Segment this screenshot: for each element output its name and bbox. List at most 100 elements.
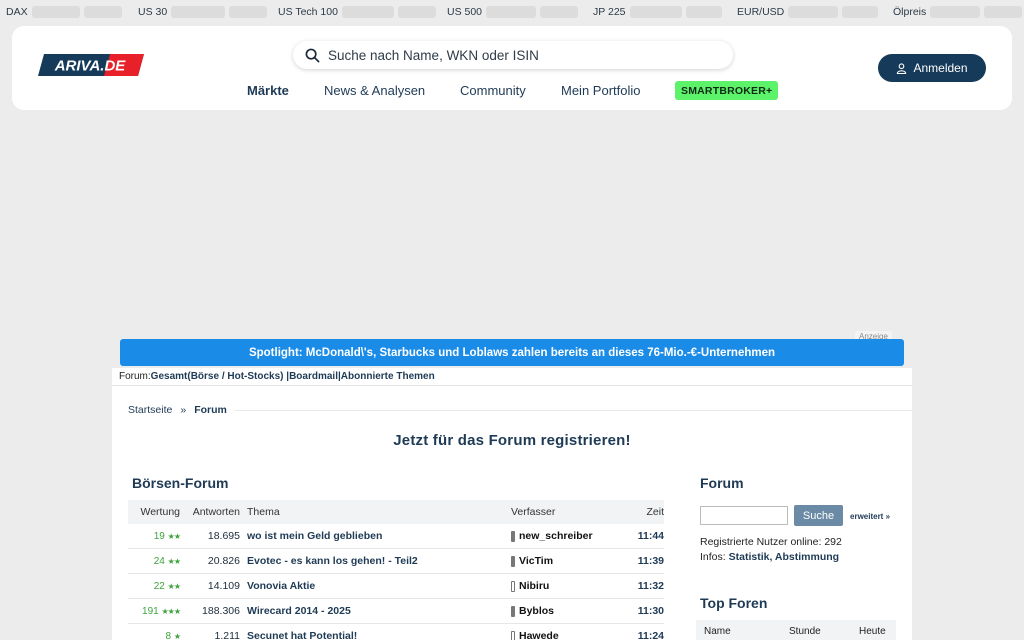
rating: 24 ★★ [128,556,182,567]
online-count: 292 [824,536,842,548]
user-status-icon [511,630,515,640]
ticker-change-placeholder [397,6,436,18]
nav-news-analysen[interactable]: News & Analysen [324,83,425,98]
time[interactable]: 11:44 [622,530,664,542]
topic-link[interactable]: Vonovia Aktie [240,580,510,592]
topic-link[interactable]: Secunet hat Potential! [240,630,510,640]
ticker-item-us500[interactable]: US 500 [447,6,579,18]
market-ticker: DAX US 30 US Tech 100 US 500 JP 225 EUR/… [0,0,1024,24]
author-name: Nibiru [519,580,550,592]
boersen-forum-title: Börsen-Forum [132,475,229,491]
register-link[interactable]: Jetzt für das Forum registrieren! [112,432,912,449]
rating-stars-icon: ★ [173,631,181,640]
ticker-change-placeholder [540,6,579,18]
table-header: Wertung Antworten Thema Verfasser Zeit [128,500,664,524]
ticker-item-ustech100[interactable]: US Tech 100 [278,6,436,18]
time[interactable]: 11:24 [622,630,664,640]
col-thema[interactable]: Thema [240,506,510,518]
ticker-item-jp225[interactable]: JP 225 [593,6,722,18]
main-nav: Märkte News & Analysen Community Mein Po… [12,83,1012,101]
rating-value: 22 [153,580,165,592]
ticker-item-oelpreis[interactable]: Ölpreis [893,6,1023,18]
table-row[interactable]: 8 ★ 1.211 Secunet hat Potential! Hawede … [128,624,664,640]
nav-mein-portfolio[interactable]: Mein Portfolio [561,83,640,98]
forum-sidebar-title: Forum [700,475,744,491]
nav-maerkte[interactable]: Märkte [247,83,289,98]
forum-search-button[interactable]: Suche [794,505,843,526]
topic-link[interactable]: wo ist mein Geld geblieben [240,530,510,542]
rating-stars-icon: ★★★ [161,606,180,616]
ticker-change-placeholder [842,6,879,18]
time[interactable]: 11:32 [622,580,664,592]
forumbar-paren-close: ) | [280,371,290,382]
answers: 14.109 [207,580,240,592]
user-status-icon [511,530,515,542]
rating-value: 191 [142,605,159,617]
ticker-value-placeholder [341,6,394,18]
author-name: new_schreiber [519,530,593,542]
nav-community[interactable]: Community [460,83,526,98]
author[interactable]: Hawede [510,630,622,640]
col-wertung[interactable]: Wertung [128,506,182,518]
answers: 188.306 [202,605,240,617]
user-icon [897,62,907,74]
breadcrumb-current[interactable]: Forum [194,404,227,416]
col-antworten[interactable]: Antworten [182,506,240,518]
table-row[interactable]: 24 ★★ 20.826 Evotec - es kann los gehen!… [128,549,664,574]
table-row[interactable]: 191 ★★★ 188.306 Wirecard 2014 - 2025 Byb… [128,599,664,624]
ticker-label: US 500 [447,6,483,18]
svg-text:ARIVA.DE: ARIVA.DE [54,58,127,75]
breadcrumb-home[interactable]: Startseite [128,404,172,416]
author-name: VicTim [519,555,554,567]
ticker-change-placeholder [685,6,722,18]
ticker-change-placeholder [984,6,1023,18]
rating-value: 8 [165,630,172,640]
ticker-change-placeholder [83,6,122,18]
forumbar-boardmail-link[interactable]: Boardmail [289,371,338,382]
topic-link[interactable]: Wirecard 2014 - 2025 [240,605,510,617]
ariva-logo[interactable]: ARIVA.DE [38,54,144,76]
rating-value: 24 [153,555,165,567]
forum-search-input[interactable] [700,506,788,525]
author[interactable]: VicTim [510,555,622,567]
topic-link[interactable]: Evotec - es kann los gehen! - Teil2 [240,555,510,567]
login-button[interactable]: Anmelden [878,54,986,82]
table-row[interactable]: 19 ★★ 18.695 wo ist mein Geld geblieben … [128,524,664,549]
ticker-value-placeholder [31,6,80,18]
ticker-item-dax[interactable]: DAX [6,6,122,18]
ticker-label: Ölpreis [893,6,927,18]
user-status-icon [511,605,515,617]
breadcrumb: Startseite » Forum [128,404,912,416]
infos-label: Infos: [700,551,729,563]
ticker-value-placeholder [788,6,839,18]
smartbroker-button[interactable]: SMARTBROKER+ [675,81,779,100]
col-verfasser[interactable]: Verfasser [510,506,622,518]
col-stunde: Stunde [789,626,821,637]
infos-links[interactable]: Statistik, Abstimmung [729,551,839,563]
author[interactable]: Nibiru [510,580,622,592]
table-row[interactable]: 22 ★★ 14.109 Vonovia Aktie Nibiru 11:32 [128,574,664,599]
ticker-item-us30[interactable]: US 30 [138,6,268,18]
rating-stars-icon: ★★ [167,581,181,591]
site-header: ARIVA.DE Märkte News & Analysen Communit… [12,26,1012,110]
online-users: Registrierte Nutzer online: 292 [700,536,842,548]
author[interactable]: new_schreiber [510,530,622,542]
col-zeit[interactable]: Zeit [622,506,664,518]
forumbar-gesamt-link[interactable]: Gesamt [151,371,188,382]
forumbar-abonniert-link[interactable]: Abonnierte Themen [341,371,435,382]
ticker-change-placeholder [229,6,268,18]
search-box[interactable] [293,41,733,69]
time[interactable]: 11:30 [622,605,664,617]
search-input[interactable] [328,47,708,63]
extended-search-link[interactable]: erweitert » [850,512,890,521]
ticker-value-placeholder [629,6,682,18]
spotlight-banner[interactable]: Spotlight: McDonald\'s, Starbucks und Lo… [120,339,904,366]
time[interactable]: 11:39 [622,555,664,567]
top-foren-title: Top Foren [700,595,768,611]
online-label: Registrierte Nutzer online: [700,536,825,548]
author[interactable]: Byblos [510,605,622,617]
answers: 18.695 [207,530,240,542]
forumbar-boerse-link[interactable]: Börse / Hot-Stocks [191,371,280,382]
ticker-label: JP 225 [593,6,626,18]
ticker-item-eurusd[interactable]: EUR/USD [737,6,879,18]
